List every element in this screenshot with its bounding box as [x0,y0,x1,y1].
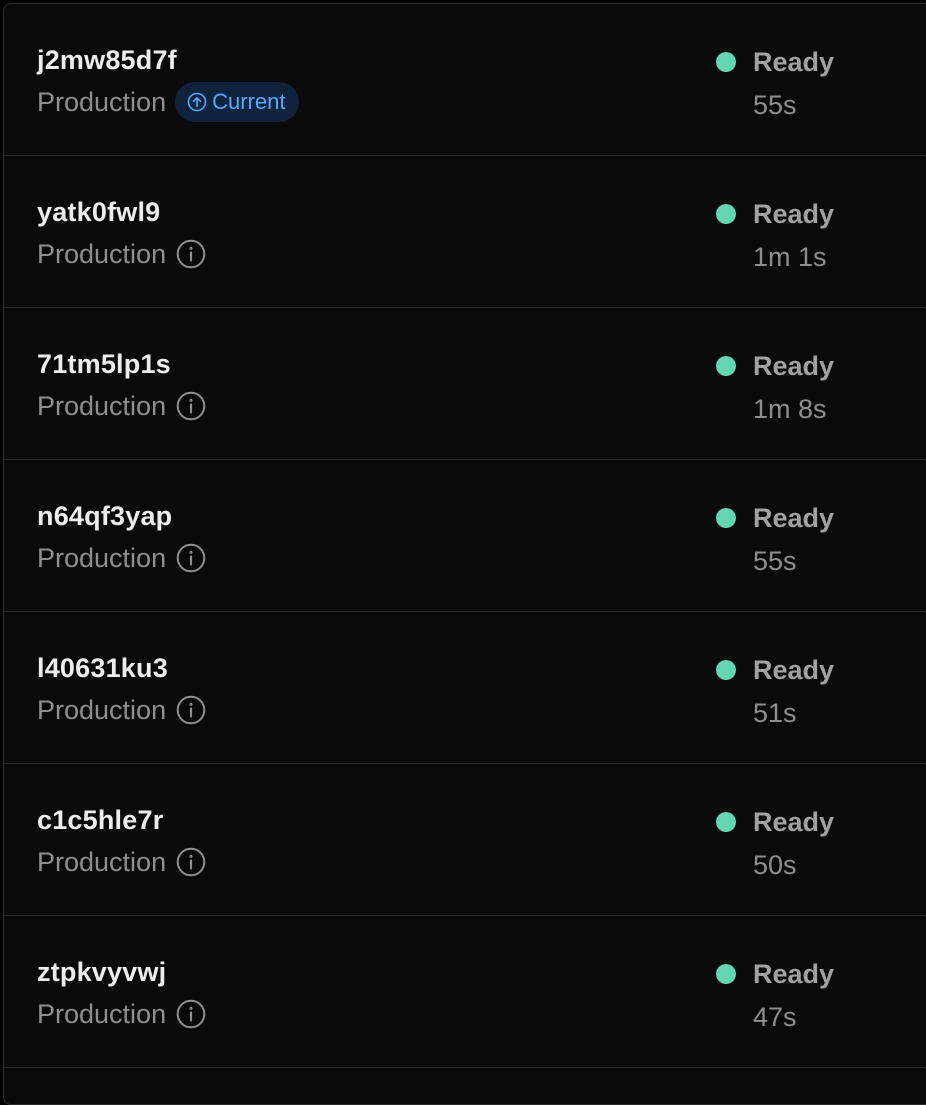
deployment-row[interactable]: yatk0fwl9 Production Ready 1m 1s [4,156,926,308]
arrow-up-circle-icon [187,92,207,112]
status-label: Ready [753,351,835,381]
info-icon[interactable] [176,391,206,421]
environment-label: Production [37,695,167,725]
deployment-environment: Production [37,540,206,576]
deployment-environment: Production [37,388,206,424]
environment-label: Production [37,999,167,1029]
current-badge-label: Current [212,89,286,114]
deployment-duration: 47s [753,1002,797,1032]
info-icon[interactable] [176,999,206,1029]
deployment-environment: Production [37,692,206,728]
status-label: Ready [753,503,835,533]
deployment-status: Ready [716,958,834,990]
deployment-row[interactable]: ztpkvyvwj Production Ready 47s [4,916,926,1068]
deployment-status: Ready [716,654,834,686]
info-icon[interactable] [176,847,206,877]
environment-label: Production [37,391,167,421]
deployment-id[interactable]: l40631ku3 [37,652,168,684]
current-badge: Current [175,82,300,122]
deployment-environment: Production Current [37,82,300,122]
deployment-row[interactable]: j2mw85d7f Production Current Ready 55s [4,4,926,156]
status-dot [716,52,736,72]
deployment-duration: 50s [753,850,797,880]
info-icon[interactable] [176,695,206,725]
deployments-list: j2mw85d7f Production Current Ready 55s y… [3,3,926,1105]
status-dot [716,812,736,832]
deployment-row[interactable]: n64qf3yap Production Ready 55s [4,460,926,612]
deployment-id[interactable]: ztpkvyvwj [37,956,166,988]
deployment-status: Ready [716,350,834,382]
deployment-row[interactable]: l40631ku3 Production Ready 51s [4,612,926,764]
environment-label: Production [37,239,167,269]
deployment-row[interactable]: 71tm5lp1s Production Ready 1m 8s [4,308,926,460]
deployment-id[interactable]: c1c5hle7r [37,804,163,836]
deployment-status: Ready [716,502,834,534]
environment-label: Production [37,87,167,117]
status-dot [716,356,736,376]
deployment-id[interactable]: n64qf3yap [37,500,172,532]
environment-label: Production [37,847,167,877]
deployment-status: Ready [716,806,834,838]
deployment-environment: Production [37,844,206,880]
status-label: Ready [753,959,835,989]
status-label: Ready [753,47,835,77]
deployment-environment: Production [37,996,206,1032]
status-label: Ready [753,807,835,837]
info-icon[interactable] [176,543,206,573]
deployment-status: Ready [716,46,834,78]
deployment-environment: Production [37,236,206,272]
info-icon[interactable] [176,239,206,269]
deployment-id[interactable]: j2mw85d7f [37,44,177,76]
deployment-duration: 55s [753,90,797,120]
deployment-row[interactable]: c1c5hle7r Production Ready 50s [4,764,926,916]
environment-label: Production [37,543,167,573]
status-label: Ready [753,655,835,685]
status-dot [716,660,736,680]
status-dot [716,508,736,528]
deployment-duration: 55s [753,546,797,576]
deployment-status: Ready [716,198,834,230]
deployment-id[interactable]: 71tm5lp1s [37,348,171,380]
deployment-duration: 1m 1s [753,242,827,272]
deployment-duration: 1m 8s [753,394,827,424]
status-label: Ready [753,199,835,229]
deployment-duration: 51s [753,698,797,728]
status-dot [716,964,736,984]
status-dot [716,204,736,224]
deployment-id[interactable]: yatk0fwl9 [37,196,160,228]
